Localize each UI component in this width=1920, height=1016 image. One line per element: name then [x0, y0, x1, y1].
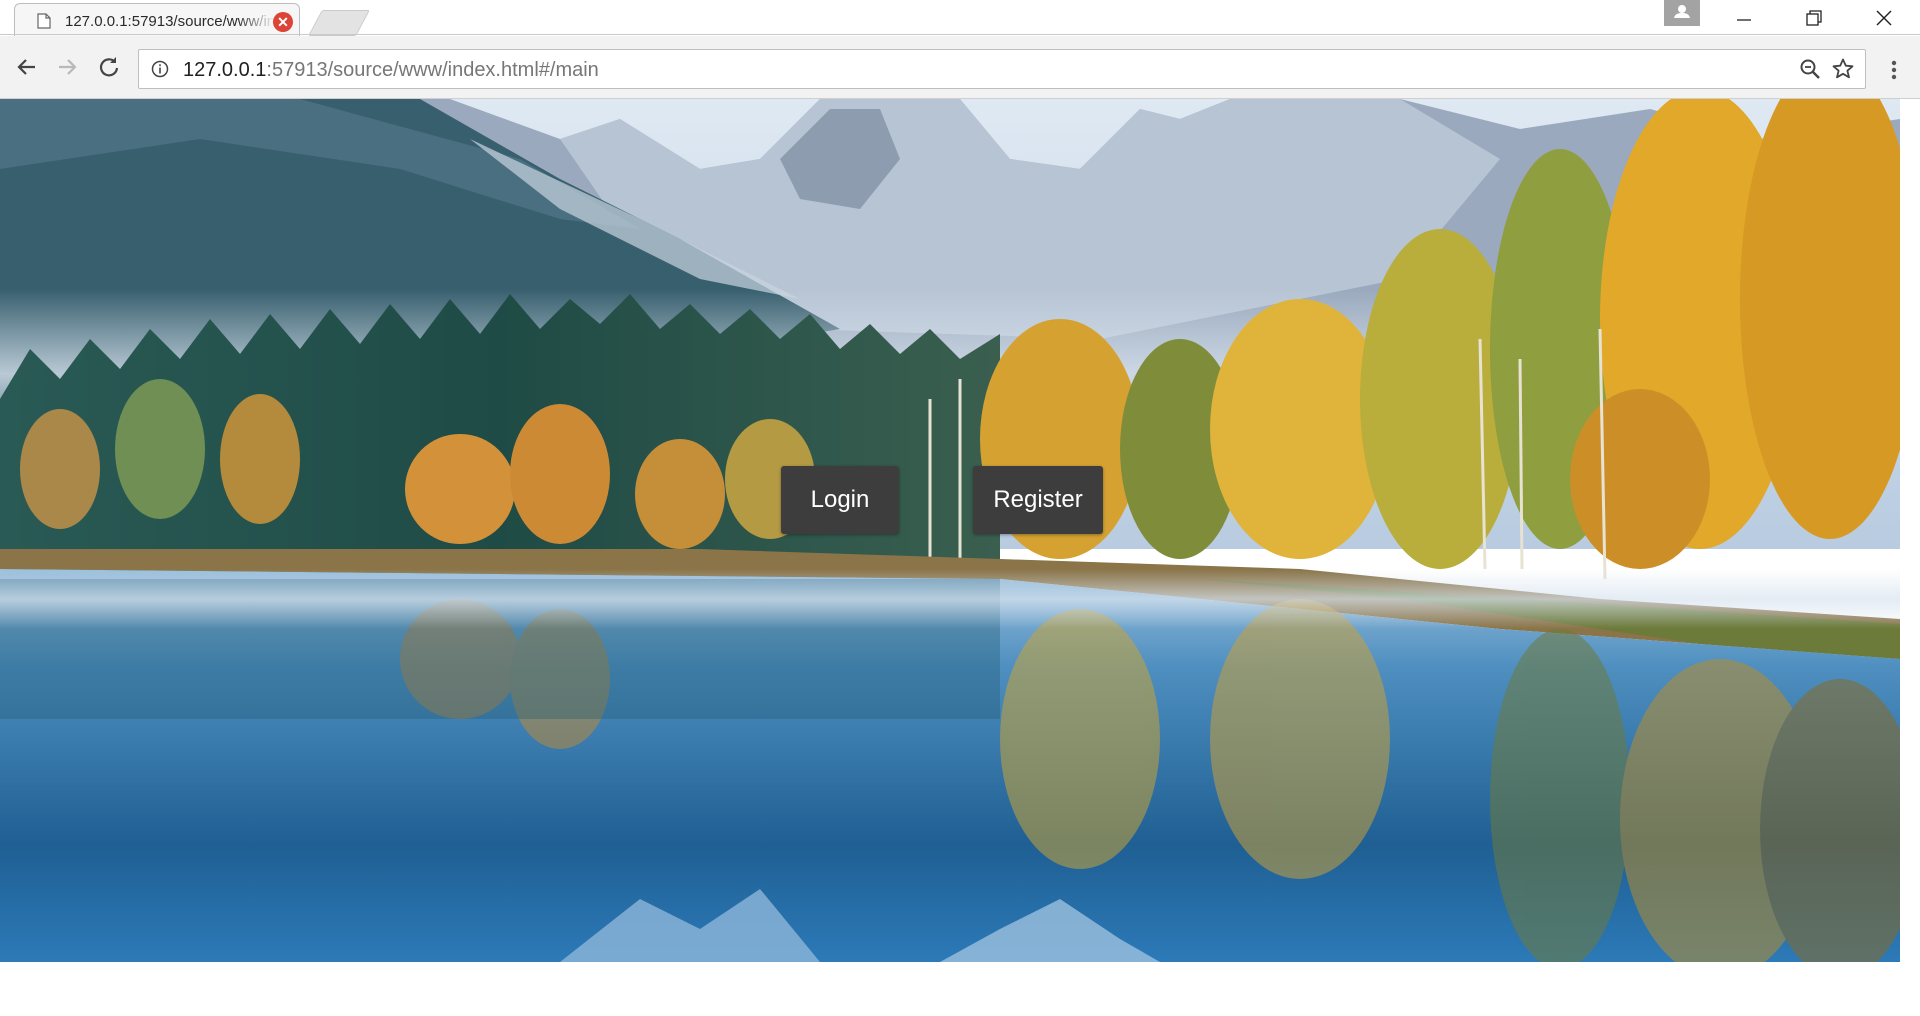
tab-title: 127.0.0.1:57913/source/www/index.html#/m…	[65, 13, 275, 30]
tabstrip-divider	[0, 34, 1920, 35]
login-button[interactable]: Login	[781, 466, 899, 534]
bookmark-star-icon[interactable]	[1831, 57, 1855, 81]
close-window-button[interactable]	[1850, 0, 1918, 34]
info-icon[interactable]	[151, 60, 169, 78]
restore-button[interactable]	[1780, 0, 1848, 34]
browser-title-bar: 127.0.0.1:57913/source/www/index.html#/m…	[0, 0, 1920, 37]
profile-icon[interactable]	[1664, 0, 1700, 26]
back-button[interactable]	[12, 52, 42, 82]
browser-tab[interactable]: 127.0.0.1:57913/source/www/index.html#/m…	[14, 3, 300, 37]
minimize-icon	[1737, 19, 1751, 21]
page-icon	[37, 13, 51, 29]
landscape-background	[0, 99, 1900, 962]
register-button[interactable]: Register	[973, 466, 1103, 534]
address-bar[interactable]: 127.0.0.1:57913/source/www/index.html#/m…	[138, 49, 1866, 89]
tab-close-icon[interactable]: ✕	[273, 12, 293, 32]
url-text[interactable]: 127.0.0.1:57913/source/www/index.html#/m…	[183, 59, 599, 82]
reload-button[interactable]	[94, 52, 124, 82]
forward-icon	[59, 59, 77, 75]
url-path: :57913/source/www/index.html#/main	[266, 59, 599, 81]
back-icon	[17, 59, 35, 75]
new-tab-icon[interactable]	[308, 10, 370, 36]
restore-icon	[1806, 10, 1822, 26]
close-window-icon	[1876, 10, 1892, 26]
url-host: 127.0.0.1	[183, 59, 267, 81]
page-viewport: Login Register	[0, 99, 1900, 962]
browser-toolbar: 127.0.0.1:57913/source/www/index.html#/m…	[0, 36, 1920, 99]
zoom-icon[interactable]	[1799, 58, 1821, 80]
reload-icon	[99, 57, 119, 77]
forward-button[interactable]	[52, 52, 82, 82]
minimize-button[interactable]	[1710, 0, 1778, 34]
menu-icon[interactable]	[1884, 56, 1904, 84]
